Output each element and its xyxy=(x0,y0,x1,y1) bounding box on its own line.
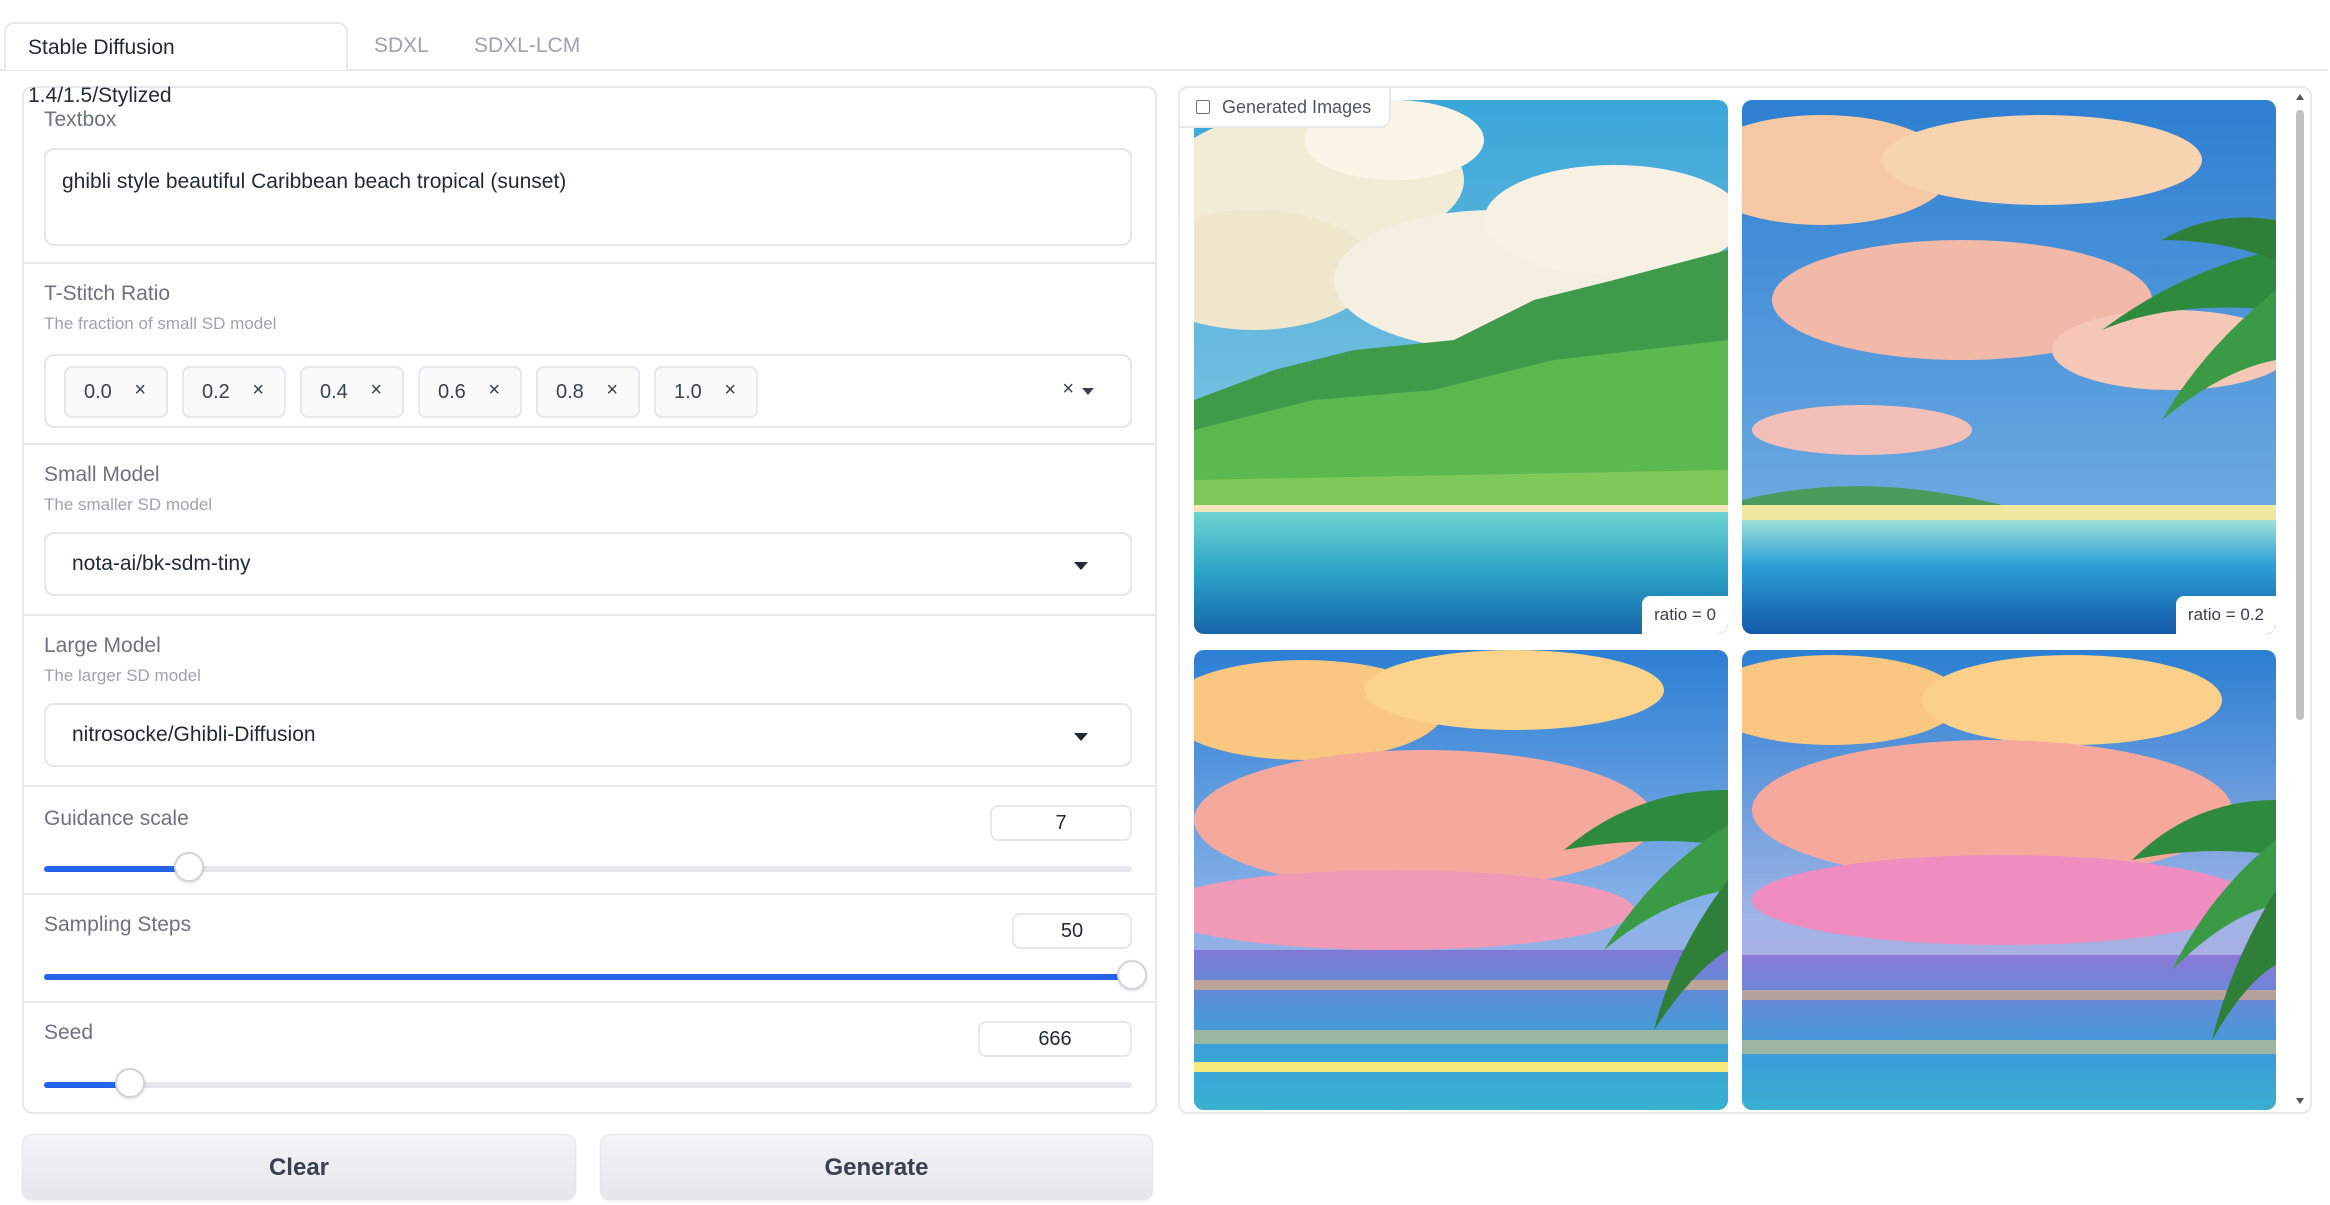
generated-image[interactable]: ratio = 0.2 xyxy=(1742,100,2276,634)
tab-sdxl[interactable]: SDXL xyxy=(352,22,451,70)
textbox-block: Textbox ghibli style beautiful Caribbean… xyxy=(24,88,1155,264)
tstitch-label: T-Stitch Ratio xyxy=(44,282,171,305)
steps-slider[interactable] xyxy=(44,960,1147,990)
guidance-block: Guidance scale 7 xyxy=(24,787,1155,895)
steps-number-input[interactable]: 50 xyxy=(1012,913,1132,949)
close-icon[interactable]: × xyxy=(488,379,500,402)
tstitch-multiselect[interactable]: 0.0 × 0.2 × 0.4 × 0.6 × 0.8 × 1.0 × × xyxy=(44,354,1132,428)
close-icon[interactable]: × xyxy=(134,379,146,402)
close-icon[interactable]: × xyxy=(724,379,736,402)
sunset-palm-image xyxy=(1194,650,1728,1110)
steps-label: Sampling Steps xyxy=(44,913,192,936)
prompt-textarea[interactable]: ghibli style beautiful Caribbean beach t… xyxy=(44,148,1132,246)
steps-slider-fill xyxy=(44,974,1132,980)
small-model-block: Small Model The smaller SD model nota-ai… xyxy=(24,445,1155,616)
scroll-up-icon[interactable] xyxy=(2296,94,2304,100)
chip-value: 0.2 xyxy=(202,381,230,403)
generated-image[interactable] xyxy=(1742,650,2276,1110)
ratio-chip: 1.0 × xyxy=(654,366,758,418)
ratio-chip: 0.0 × xyxy=(64,366,168,418)
ratio-chip: 0.8 × xyxy=(536,366,640,418)
seed-block: Seed 666 xyxy=(24,1003,1155,1112)
close-icon[interactable]: × xyxy=(252,379,264,402)
guidance-slider-thumb[interactable] xyxy=(173,852,204,882)
image-icon xyxy=(1196,100,1210,114)
chip-value: 0.8 xyxy=(556,381,584,403)
large-model-value: nitrosocke/Ghibli-Diffusion xyxy=(72,723,316,746)
close-icon[interactable]: × xyxy=(370,379,382,402)
image-caption: ratio = 0 xyxy=(1642,596,1728,634)
seed-slider[interactable] xyxy=(44,1068,1132,1098)
large-model-info: The larger SD model xyxy=(44,666,201,685)
gallery-panel: Generated Images ratio = 0 ratio = 0.2 xyxy=(1178,86,2312,1114)
settings-panel: Textbox ghibli style beautiful Caribbean… xyxy=(22,86,1157,1114)
sunset-palm-image xyxy=(1742,650,2276,1110)
beach-island-image xyxy=(1194,100,1728,634)
steps-block: Sampling Steps 50 xyxy=(24,895,1155,1003)
chip-value: 0.4 xyxy=(320,381,348,403)
gallery-label: Generated Images xyxy=(1180,88,1392,128)
large-model-label: Large Model xyxy=(44,634,161,657)
tab-divider xyxy=(0,69,2328,71)
ratio-chip: 0.2 × xyxy=(182,366,286,418)
steps-slider-thumb[interactable] xyxy=(1117,960,1147,990)
scroll-down-icon[interactable] xyxy=(2296,1098,2304,1104)
generate-button[interactable]: Generate xyxy=(600,1134,1153,1200)
seed-label: Seed xyxy=(44,1021,94,1044)
small-model-label: Small Model xyxy=(44,463,160,486)
large-model-dropdown[interactable]: nitrosocke/Ghibli-Diffusion xyxy=(44,703,1132,767)
scrollbar-thumb[interactable] xyxy=(2296,110,2304,720)
chevron-down-icon xyxy=(1074,733,1088,741)
seed-slider-thumb[interactable] xyxy=(114,1068,145,1098)
large-model-block: Large Model The larger SD model nitrosoc… xyxy=(24,616,1155,787)
generated-image[interactable] xyxy=(1194,650,1728,1110)
tab-bar: Stable Diffusion 1.4/1.5/Stylized SDXL S… xyxy=(0,22,2328,107)
ratio-chip: 0.4 × xyxy=(300,366,404,418)
small-model-dropdown[interactable]: nota-ai/bk-sdm-tiny xyxy=(44,532,1132,596)
chevron-down-icon[interactable] xyxy=(1082,388,1094,395)
close-icon[interactable]: × xyxy=(606,379,618,402)
chip-value: 1.0 xyxy=(674,381,702,403)
seed-number-input[interactable]: 666 xyxy=(978,1021,1132,1057)
chevron-down-icon xyxy=(1074,562,1088,570)
gallery-label-text: Generated Images xyxy=(1222,97,1372,117)
guidance-slider[interactable] xyxy=(44,852,1132,882)
tstitch-block: T-Stitch Ratio The fraction of small SD … xyxy=(24,264,1155,445)
generated-image[interactable]: ratio = 0 xyxy=(1194,100,1728,634)
gallery-scrollbar[interactable] xyxy=(2294,94,2306,1104)
clear-all-icon[interactable]: × xyxy=(1062,378,1074,401)
beach-palm-image xyxy=(1742,100,2276,634)
chip-value: 0.6 xyxy=(438,381,466,403)
small-model-value: nota-ai/bk-sdm-tiny xyxy=(72,552,251,575)
guidance-slider-fill xyxy=(44,866,189,872)
image-caption: ratio = 0.2 xyxy=(2175,596,2276,634)
tstitch-info: The fraction of small SD model xyxy=(44,314,277,333)
guidance-label: Guidance scale xyxy=(44,807,189,830)
guidance-number-input[interactable]: 7 xyxy=(990,805,1132,841)
ratio-chip: 0.6 × xyxy=(418,366,522,418)
clear-button[interactable]: Clear xyxy=(22,1134,576,1200)
chip-value: 0.0 xyxy=(84,381,112,403)
small-model-info: The smaller SD model xyxy=(44,495,213,514)
tab-sdxl-lcm[interactable]: SDXL-LCM xyxy=(452,22,602,70)
tab-stable-diffusion[interactable]: Stable Diffusion 1.4/1.5/Stylized xyxy=(4,22,348,107)
